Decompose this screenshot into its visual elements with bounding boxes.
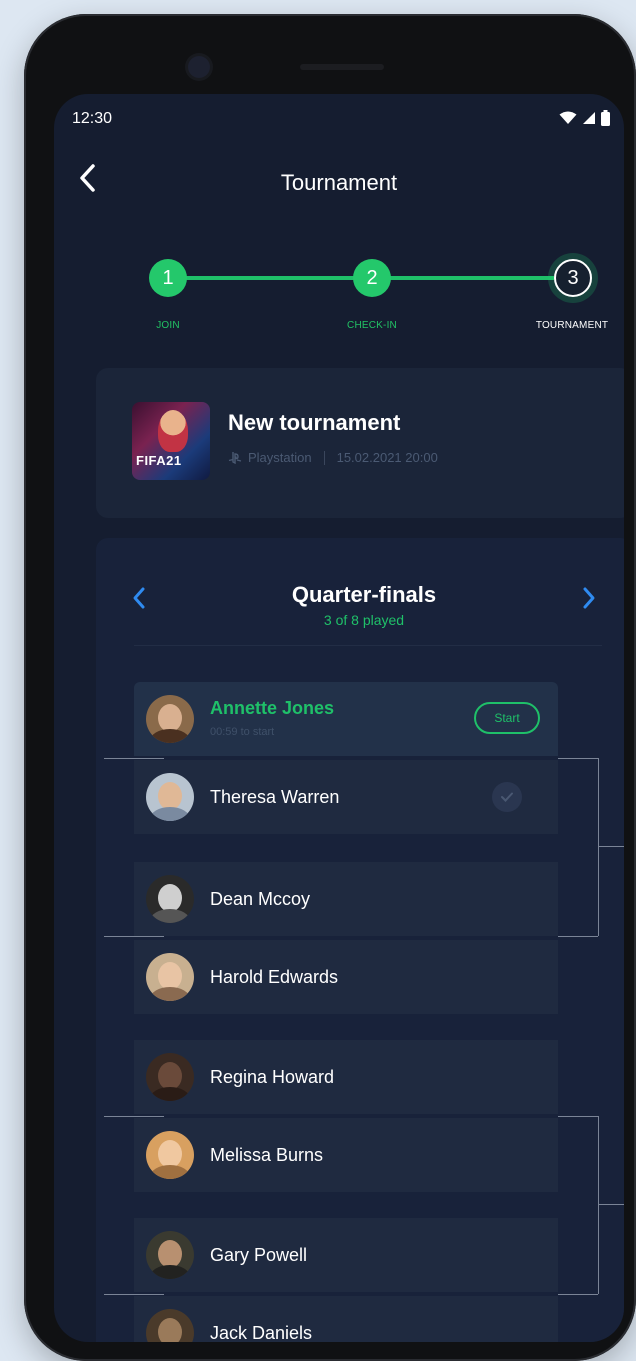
player-name: Harold Edwards	[210, 967, 339, 987]
step-3-number: 3	[567, 266, 579, 289]
player-name: Dean Mccoy	[210, 889, 311, 909]
player-name: Theresa Warren	[210, 787, 340, 807]
player-row[interactable]: Harold Edwards	[134, 940, 558, 1014]
avatar	[146, 1053, 194, 1101]
avatar-body	[150, 987, 190, 1001]
player-name: Jack Daniels	[210, 1323, 313, 1342]
avatar	[146, 773, 194, 821]
bracket-line	[598, 758, 599, 936]
tournament-name: New tournament	[228, 410, 401, 435]
bracket-line	[558, 1294, 598, 1295]
avatar-face	[158, 782, 182, 810]
avatar-face	[158, 1062, 182, 1090]
bracket-line	[104, 1116, 164, 1117]
avatar-body	[150, 1265, 190, 1279]
start-match-button[interactable]: Start	[474, 702, 540, 734]
bracket-line	[558, 1116, 598, 1117]
avatar	[146, 1131, 194, 1179]
player-name: Regina Howard	[210, 1067, 335, 1087]
game-thumb-text: FIFA21	[136, 453, 182, 468]
step-2-circle[interactable]: 2	[353, 259, 391, 297]
round-progress: 3 of 8 played	[323, 612, 405, 628]
playstation-icon	[228, 451, 242, 464]
app-screen: 12:30 Tournament 1 2 3 JOIN CHECK-IN TOU…	[54, 94, 624, 1342]
avatar	[146, 1309, 194, 1342]
avatar-body	[150, 729, 190, 743]
front-camera	[188, 56, 210, 78]
avatar-body	[150, 1087, 190, 1101]
player-row[interactable]: Melissa Burns	[134, 1118, 558, 1192]
meta-separator	[323, 450, 325, 465]
step-2-number: 2	[366, 266, 378, 289]
player-row[interactable]: Dean Mccoy	[134, 862, 558, 936]
bracket-line	[598, 846, 624, 847]
player-row[interactable]: Theresa Warren	[134, 760, 558, 834]
bracket-line	[104, 1294, 164, 1295]
avatar-face	[158, 1318, 182, 1342]
game-thumbnail: FIFA21	[132, 402, 210, 480]
bracket-line	[104, 758, 164, 759]
bracket-line	[558, 936, 598, 937]
tournament-platform: Playstation	[248, 450, 312, 465]
player-countdown: 00:59 to start	[210, 726, 275, 738]
round-title: Quarter-finals	[291, 582, 437, 607]
avatar-body	[150, 909, 190, 923]
avatar	[146, 695, 194, 743]
avatar-face	[158, 1140, 182, 1168]
tournament-meta: Playstation 15.02.2021 20:00	[228, 450, 438, 465]
avatar-face	[158, 704, 182, 732]
bracket-line	[558, 758, 598, 759]
avatar-face	[158, 962, 182, 990]
stepper-line-2	[384, 276, 554, 280]
player-name: Annette Jones	[210, 698, 335, 718]
avatar	[146, 953, 194, 1001]
round-divider	[134, 645, 602, 646]
speaker-grille	[300, 64, 384, 70]
bracket-line	[104, 936, 164, 937]
game-cover-figure	[158, 410, 188, 452]
bracket-line	[598, 1204, 624, 1205]
player-row[interactable]: Regina Howard	[134, 1040, 558, 1114]
stepper-line-1	[164, 276, 364, 280]
step-1-number: 1	[162, 266, 174, 289]
avatar-body	[150, 807, 190, 821]
status-icons	[559, 110, 610, 126]
page-title: Tournament	[280, 170, 398, 195]
checkmark-icon	[492, 782, 522, 812]
step-2-label: CHECK-IN	[347, 320, 397, 331]
player-name: Melissa Burns	[210, 1145, 324, 1165]
bracket-line	[598, 1116, 599, 1294]
avatar	[146, 875, 194, 923]
status-time: 12:30	[72, 110, 113, 127]
step-1-circle[interactable]: 1	[149, 259, 187, 297]
signal-icon	[583, 112, 595, 124]
player-row[interactable]: Jack Daniels	[134, 1296, 558, 1342]
player-row[interactable]: Annette Jones 00:59 to start Start	[134, 682, 558, 756]
avatar-face	[158, 1240, 182, 1268]
phone-frame: 12:30 Tournament 1 2 3 JOIN CHECK-IN TOU…	[24, 14, 636, 1361]
tournament-card[interactable]: FIFA21 New tournament Playstation 15.02.…	[96, 368, 624, 518]
wifi-icon	[559, 111, 577, 124]
tournament-date: 15.02.2021 20:00	[336, 450, 438, 465]
avatar	[146, 1231, 194, 1279]
step-3-label: TOURNAMENT	[535, 320, 609, 331]
battery-icon	[601, 110, 610, 126]
avatar-body	[150, 1165, 190, 1179]
avatar-face	[158, 884, 182, 912]
player-name: Gary Powell	[210, 1245, 308, 1265]
step-1-label: JOIN	[156, 320, 180, 331]
step-3-circle[interactable]: 3	[554, 259, 592, 297]
player-row[interactable]: Gary Powell	[134, 1218, 558, 1292]
